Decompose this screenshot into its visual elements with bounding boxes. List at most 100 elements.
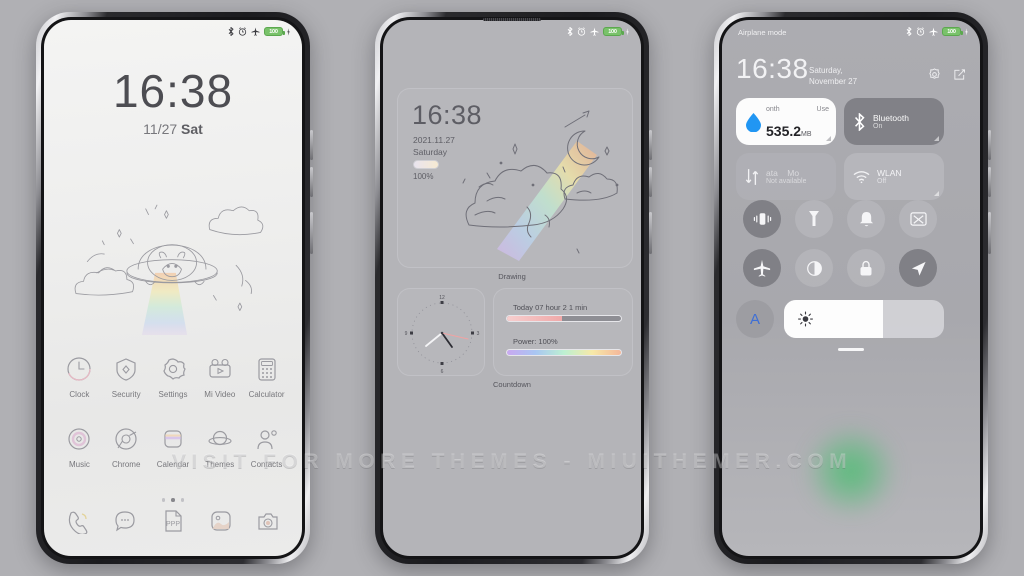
battery-icon: 100 bbox=[264, 27, 285, 36]
camera-icon[interactable] bbox=[255, 508, 281, 534]
clock-icon bbox=[67, 357, 91, 381]
app-label: Calendar bbox=[156, 460, 190, 469]
power-button[interactable] bbox=[310, 212, 313, 254]
widget-weekday: Saturday bbox=[413, 147, 448, 157]
tile-mobile-data[interactable]: ata Mo Not available bbox=[736, 153, 836, 200]
app-calendar[interactable]: Calendar bbox=[150, 424, 197, 469]
phone3-screen: Airplane mode 100 16:38 Saturday, Novemb… bbox=[722, 20, 980, 556]
lockscreen-clock: 16:38 bbox=[112, 65, 234, 117]
disc-icon bbox=[68, 428, 90, 450]
screenshot-icon bbox=[909, 212, 927, 226]
app-label: Music bbox=[68, 460, 90, 469]
bluetooth-icon bbox=[228, 27, 234, 36]
app-clock[interactable]: Clock bbox=[56, 354, 103, 399]
page-dot[interactable] bbox=[161, 498, 166, 502]
countdown-widget[interactable]: Today 07 hour 2 1 min Power: 100% bbox=[493, 288, 633, 376]
app-settings[interactable]: Settings bbox=[150, 354, 197, 399]
app-security[interactable]: Security bbox=[103, 354, 150, 399]
countdown-power-text: Power: 100% bbox=[513, 337, 558, 346]
app-label: Settings bbox=[158, 390, 188, 399]
alarm-icon bbox=[577, 27, 586, 36]
tile-title-part2: Mo bbox=[787, 168, 800, 178]
page-dot[interactable] bbox=[180, 498, 185, 502]
drag-handle[interactable] bbox=[838, 348, 864, 351]
status-bar-2: 100 bbox=[567, 27, 629, 36]
tile-data-header: onth Use bbox=[766, 106, 829, 113]
phone-device-3: Airplane mode 100 16:38 Saturday, Novemb… bbox=[714, 12, 991, 564]
countdown-today-bar bbox=[506, 315, 622, 322]
toggle-flashlight[interactable] bbox=[795, 200, 833, 238]
battery-level: 100 bbox=[269, 28, 278, 35]
flashlight-icon bbox=[809, 211, 819, 226]
volume-up-button[interactable] bbox=[649, 130, 652, 160]
app-chrome[interactable]: Chrome bbox=[103, 424, 150, 469]
battery-level: 100 bbox=[947, 28, 956, 35]
svg-text:PPP: PPP bbox=[166, 521, 180, 528]
app-grid-row-2: Music Chrome Calendar Themes Contacts bbox=[56, 424, 290, 469]
app-themes[interactable]: Themes bbox=[196, 424, 243, 469]
message-icon[interactable] bbox=[112, 508, 138, 534]
gallery-icon[interactable] bbox=[208, 508, 234, 534]
video-icon bbox=[209, 358, 231, 378]
app-label: Security bbox=[111, 390, 141, 399]
brightness-slider[interactable] bbox=[784, 300, 944, 338]
power-button[interactable] bbox=[988, 212, 991, 254]
tile-title: ata Mo bbox=[766, 168, 806, 178]
svg-text:6: 6 bbox=[441, 369, 444, 375]
volume-down-button[interactable] bbox=[310, 167, 313, 197]
widget-date: 2021.11.27 bbox=[413, 135, 455, 145]
weekday-value: Sat bbox=[181, 121, 203, 137]
tile-wlan[interactable]: WLAN Off bbox=[844, 153, 944, 200]
toggle-vibrate[interactable] bbox=[743, 200, 781, 238]
earpiece-speaker bbox=[483, 18, 541, 21]
auto-brightness-button[interactable]: A bbox=[736, 300, 774, 338]
airplane-icon bbox=[929, 27, 938, 36]
volume-up-button[interactable] bbox=[988, 130, 991, 160]
page-dot-active[interactable] bbox=[171, 498, 175, 502]
tile-data-value: 535.2MB bbox=[766, 124, 812, 138]
app-music[interactable]: Music bbox=[56, 424, 103, 469]
expand-corner-icon[interactable] bbox=[934, 191, 939, 196]
volume-down-button[interactable] bbox=[988, 167, 991, 197]
toggle-airplane-mode[interactable] bbox=[743, 249, 781, 287]
app-label: Mi Video bbox=[204, 390, 236, 399]
toggle-dark-mode[interactable] bbox=[795, 249, 833, 287]
lockscreen-date: 11/27 Sat bbox=[44, 121, 302, 137]
tile-title: Bluetooth bbox=[873, 113, 909, 123]
toggle-screenshot[interactable] bbox=[899, 200, 937, 238]
volume-up-button[interactable] bbox=[310, 130, 313, 160]
tile-sub: Off bbox=[877, 178, 887, 185]
power-button[interactable] bbox=[649, 212, 652, 254]
app-mi-video[interactable]: Mi Video bbox=[196, 354, 243, 399]
airplane-icon bbox=[251, 27, 260, 36]
toggle-location[interactable] bbox=[899, 249, 937, 287]
notes-icon[interactable]: PPP bbox=[160, 508, 186, 534]
drawing-widget[interactable]: 16:38 2021.11.27 Saturday 100% bbox=[397, 88, 633, 268]
app-calculator[interactable]: Calculator bbox=[243, 354, 290, 399]
vibrate-icon bbox=[753, 213, 771, 225]
control-center-header-icons bbox=[928, 68, 966, 81]
date-value: 11/27 bbox=[143, 121, 178, 137]
tile-data-usage[interactable]: onth Use 535.2MB bbox=[736, 98, 836, 145]
phone-icon[interactable] bbox=[65, 508, 91, 534]
gear-icon[interactable] bbox=[928, 68, 941, 81]
app-label: Chrome bbox=[111, 460, 141, 469]
expand-corner-icon[interactable] bbox=[934, 136, 939, 141]
edit-icon[interactable] bbox=[953, 68, 966, 81]
battery-level: 100 bbox=[608, 28, 617, 35]
toggle-ringer[interactable] bbox=[847, 200, 885, 238]
tile-bluetooth[interactable]: Bluetooth On bbox=[844, 98, 944, 145]
svg-text:9: 9 bbox=[405, 331, 408, 337]
expand-corner-icon[interactable] bbox=[826, 136, 831, 141]
countdown-power-bar bbox=[506, 349, 622, 356]
analog-clock-widget[interactable]: 12 3 6 9 bbox=[397, 288, 485, 376]
wifi-icon bbox=[853, 170, 870, 183]
widget-battery-bar bbox=[413, 160, 439, 169]
volume-down-button[interactable] bbox=[649, 167, 652, 197]
toggle-rotation-lock[interactable] bbox=[847, 249, 885, 287]
chrome-icon bbox=[115, 428, 137, 450]
app-contacts[interactable]: Contacts bbox=[243, 424, 290, 469]
alarm-icon bbox=[238, 27, 247, 36]
drawing-widget-label: Drawing bbox=[498, 272, 526, 281]
widget-battery-percent: 100% bbox=[413, 172, 434, 181]
